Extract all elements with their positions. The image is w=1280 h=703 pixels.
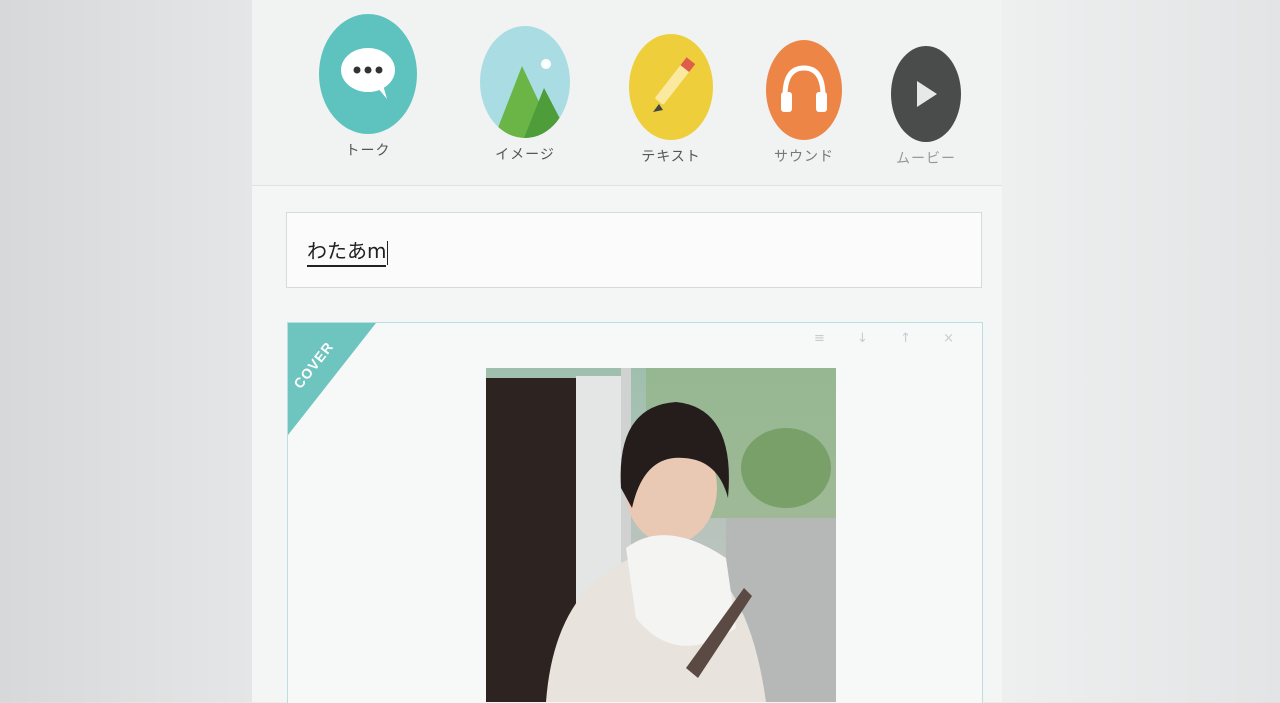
talk-tool-label: トーク — [345, 143, 391, 159]
headphones-icon — [781, 65, 827, 112]
text-tool-circle — [629, 34, 713, 140]
text-caret — [387, 240, 389, 265]
cover-photo-image — [486, 368, 836, 702]
screen-right-edge — [1000, 0, 1280, 702]
sound-tool-button[interactable]: サウンド — [764, 40, 844, 166]
mountain-icon — [494, 59, 570, 138]
talk-tool-button[interactable]: トーク — [316, 14, 420, 160]
image-tool-label: イメージ — [495, 147, 555, 163]
image-tool-circle — [480, 26, 570, 138]
sound-tool-label: サウンド — [774, 149, 834, 165]
play-icon — [917, 81, 937, 107]
text-tool-button[interactable]: テキスト — [626, 34, 716, 166]
movie-tool-button[interactable]: ムービー — [888, 46, 964, 168]
text-input-box[interactable]: わたあm — [286, 212, 982, 288]
card-action-icons[interactable]: ≡ ↓ ↑ × — [814, 331, 968, 346]
speech-bubble-icon — [341, 48, 395, 99]
talk-tool-circle — [319, 14, 417, 134]
text-tool-label: テキスト — [641, 149, 701, 165]
movie-tool-label: ムービー — [896, 151, 956, 167]
screen-left-edge — [0, 0, 252, 702]
image-tool-button[interactable]: イメージ — [478, 26, 572, 164]
post-type-toolbar: トーク イメージ テキスト サウンド ムービー — [252, 0, 1002, 186]
composition-text: わたあm — [307, 235, 389, 267]
sound-tool-circle — [766, 40, 842, 140]
cover-badge: COVER — [288, 323, 378, 435]
ime-underlined-text: わたあm — [307, 239, 387, 267]
pencil-icon — [653, 57, 696, 112]
cover-photo[interactable] — [486, 368, 836, 702]
movie-tool-circle — [891, 46, 961, 142]
